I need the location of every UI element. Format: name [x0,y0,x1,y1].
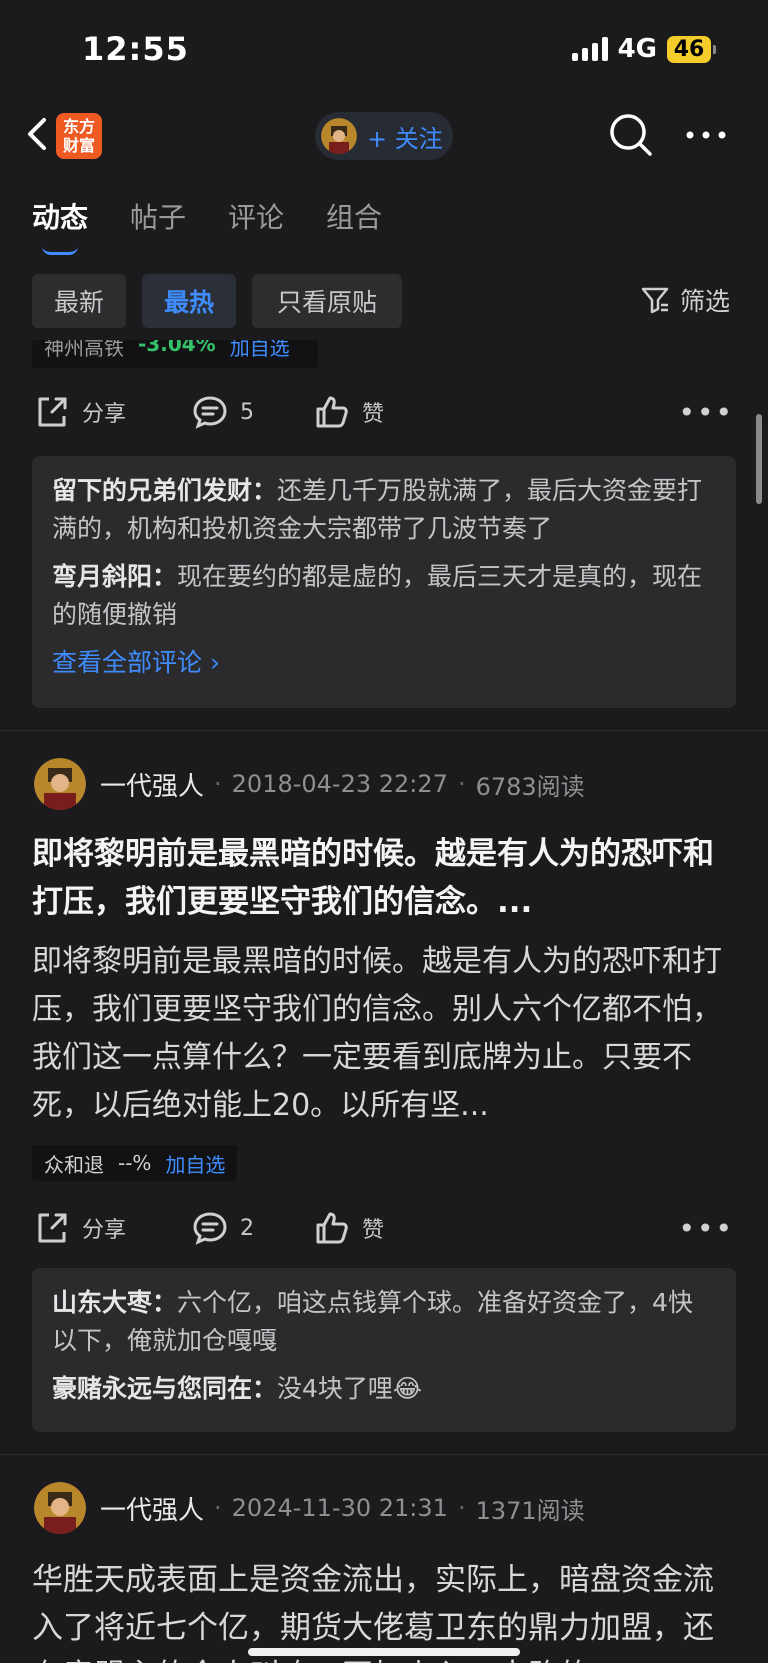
post-actions: 分享 2 赞 ••• [34,1210,734,1246]
post-header: 一代强人 · 2024-11-30 21:31 · 1371阅读 [34,1482,585,1534]
comment-author[interactable]: 山东大枣 [52,1288,152,1317]
filter-label: 筛选 [680,287,731,316]
scrollbar[interactable] [756,414,762,504]
share-button[interactable]: 分享 [34,1210,192,1246]
divider [0,730,768,731]
post-title[interactable]: 即将黎明前是最黑暗的时候。越是有人为的恐吓和打压，我们更要坚守我们的信念。... [32,830,738,926]
like-button[interactable]: 赞 [314,1210,384,1246]
add-watchlist-link[interactable]: 加自选 [230,340,290,361]
search-icon[interactable] [608,112,654,158]
comment-item: 留下的兄弟们发财：还差几千万股就满了，最后大资金要打满的，机构和投机资金大宗都带… [52,476,703,543]
filter-button[interactable]: 筛选 [640,282,730,318]
avatar[interactable] [34,758,86,810]
tab-dynamics[interactable]: 动态 [32,196,88,236]
post-date: 2024-11-30 21:31 [231,1494,448,1522]
stock-change: -3.04% [138,340,216,356]
stock-tag[interactable]: 神州高铁 -3.04% 加自选 [32,340,318,368]
post-more-icon[interactable]: ••• [678,1212,734,1245]
like-icon [316,396,348,428]
tab-portfolio[interactable]: 组合 [326,196,382,236]
stock-change: --% [118,1151,152,1175]
comment-author[interactable]: 弯月斜阳 [52,562,152,591]
comment-text: 没4块了哩😂 [277,1374,423,1403]
comment-count: 2 [240,1215,254,1241]
battery-icon: 46 [667,35,716,63]
stock-name: 众和退 [44,1152,104,1177]
post-body[interactable]: 即将黎明前是最黑暗的时候。越是有人为的恐吓和打压，我们更要坚守我们的信念。别人六… [32,938,742,1130]
author-name[interactable]: 一代强人 [100,766,204,803]
view-all-comments-link[interactable]: 查看全部评论 › [52,644,716,682]
read-count: 1371阅读 [475,1496,585,1525]
comment-item: 山东大枣：六个亿，咱这点钱算个球。准备好资金了，4快以下，俺就加仓嘎嘎 [52,1288,693,1355]
signal-icon [571,37,608,61]
avatar [321,118,357,154]
filter-newest-button[interactable]: 最新 [32,274,126,328]
comment-icon [193,1212,227,1245]
app-logo[interactable]: 东方 财富 [56,113,102,159]
comment-button[interactable]: 2 [192,1210,314,1246]
stock-tag[interactable]: 众和退 --% 加自选 [32,1145,238,1181]
post-header: 一代强人 · 2018-04-23 22:27 · 6783阅读 [34,758,585,810]
comment-icon [193,396,227,429]
comment-preview-box[interactable]: 山东大枣：六个亿，咱这点钱算个球。准备好资金了，4快以下，俺就加仓嘎嘎 豪赌永远… [32,1268,736,1432]
battery-level: 46 [667,35,711,63]
network-type: 4G [617,34,657,64]
post-actions: 分享 5 赞 ••• [34,394,734,430]
read-count: 6783阅读 [475,772,585,801]
comment-author[interactable]: 豪赌永远与您同在 [52,1374,252,1403]
status-indicators: 4G 46 [571,34,716,64]
like-button[interactable]: 赞 [314,394,384,430]
share-icon [38,397,67,427]
home-indicator[interactable] [248,1648,520,1656]
comment-button[interactable]: 5 [192,394,314,430]
status-time: 12:55 [82,30,189,68]
add-watchlist-link[interactable]: 加自选 [165,1149,225,1178]
like-icon [316,1212,348,1244]
more-icon[interactable] [684,118,728,152]
back-icon[interactable] [18,114,58,154]
post-date: 2018-04-23 22:27 [231,770,448,798]
tab-bar: 动态 帖子 评论 组合 [32,196,382,236]
stock-name: 神州高铁 [44,340,124,360]
comment-item: 豪赌永远与您同在：没4块了哩😂 [52,1374,423,1403]
author-name[interactable]: 一代强人 [100,1490,204,1527]
comment-preview-box[interactable]: 留下的兄弟们发财：还差几千万股就满了，最后大资金要打满的，机构和投机资金大宗都带… [32,456,736,708]
share-icon [38,1213,67,1243]
comment-author[interactable]: 留下的兄弟们发财 [52,476,252,505]
follow-label: + 关注 [367,124,443,153]
comment-count: 5 [240,399,254,425]
follow-button[interactable]: + 关注 [315,112,453,160]
comment-item: 弯月斜阳：现在要约的都是虚的，最后三天才是真的，现在的随便撤销 [52,562,703,629]
tab-posts[interactable]: 帖子 [130,196,186,236]
filter-original-button[interactable]: 只看原贴 [252,274,402,328]
filter-icon [641,287,669,314]
post-body[interactable]: 华胜天成表面上是资金流出，实际上，暗盘资金流入了将近七个亿，期货大佬葛卫东的鼎力… [32,1556,742,1663]
filter-hottest-button[interactable]: 最热 [142,274,236,328]
divider [0,1454,768,1455]
avatar[interactable] [34,1482,86,1534]
share-button[interactable]: 分享 [34,394,192,430]
tab-indicator [42,246,78,255]
post-more-icon[interactable]: ••• [678,396,734,429]
tab-comments[interactable]: 评论 [228,196,284,236]
